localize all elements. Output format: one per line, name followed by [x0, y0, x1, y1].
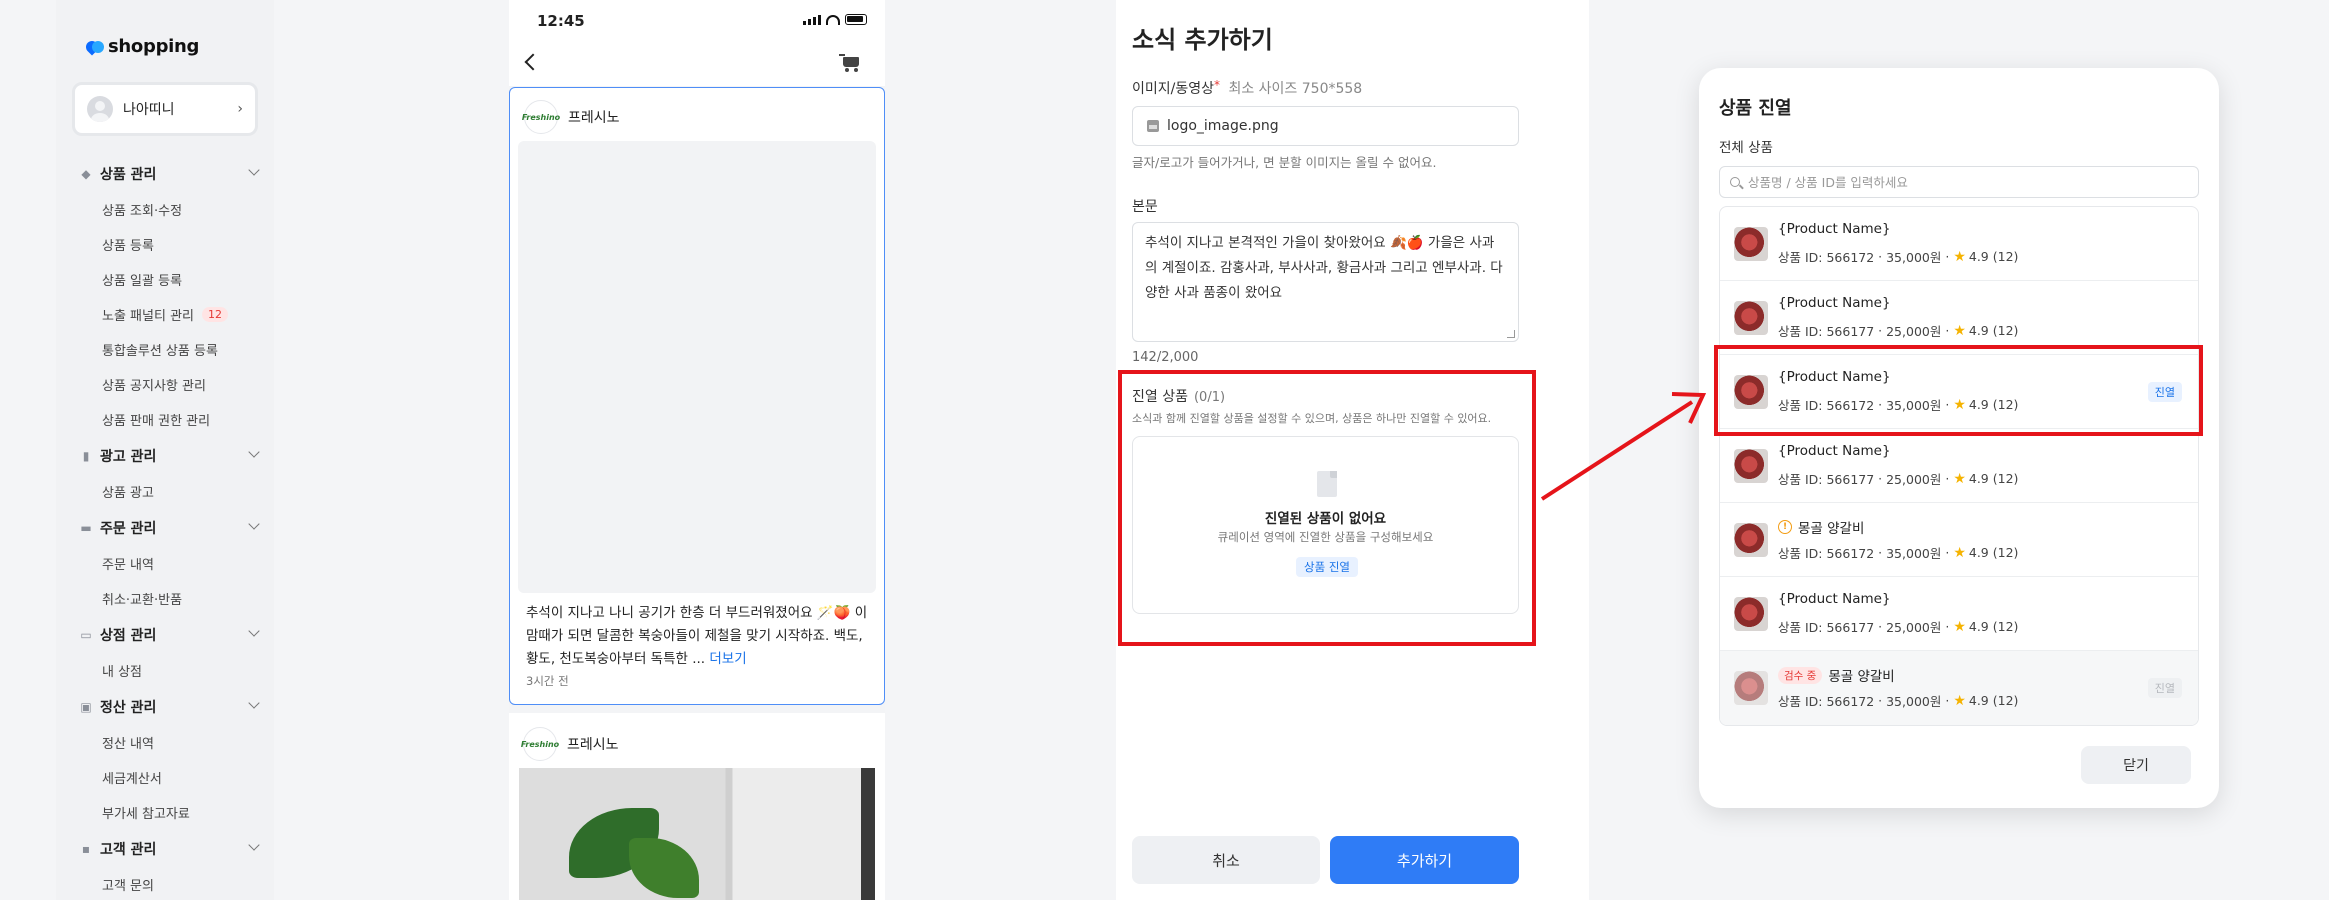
arrow-head — [1671, 392, 1707, 424]
pointer-arrow — [1540, 392, 1707, 501]
arrow-line — [1540, 400, 1694, 501]
